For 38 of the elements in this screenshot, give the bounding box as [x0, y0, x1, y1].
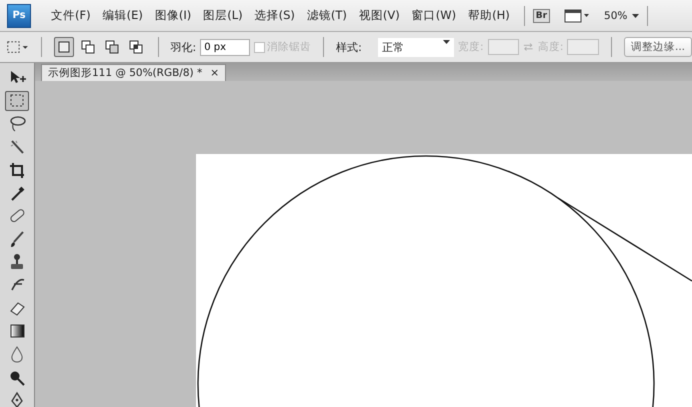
stamp-icon [8, 253, 26, 271]
style-dropdown[interactable]: 正常 [378, 38, 454, 56]
document-tab[interactable]: 示例图形111 @ 50%(RGB/8) * [48, 66, 202, 80]
menu-item[interactable]: 图像(I) [148, 8, 198, 23]
zoom-level[interactable]: 50% [604, 10, 628, 22]
menu-item[interactable]: 视图(V) [352, 8, 406, 23]
selection-mode-button[interactable] [54, 37, 74, 57]
gradient-icon [8, 322, 26, 340]
close-button[interactable]: × [210, 67, 220, 79]
brush-icon [8, 230, 26, 248]
feather-label: 羽化: [170, 40, 196, 54]
menu-item[interactable]: 选择(S) [248, 8, 301, 23]
width-field[interactable] [488, 39, 520, 55]
tool-button[interactable] [5, 91, 29, 111]
marquee-preset-icon [6, 39, 29, 55]
menu-item[interactable]: 文件(F) [45, 8, 97, 23]
screen-mode-icon[interactable] [564, 8, 590, 22]
menu-item[interactable]: 帮助(H) [462, 8, 516, 23]
height-field[interactable] [567, 39, 600, 55]
lasso-icon [8, 115, 26, 133]
app-logo: Ps [7, 4, 31, 28]
wand-icon [8, 138, 26, 156]
add-selection-icon [80, 39, 96, 55]
menu-item[interactable]: 图层(L) [197, 8, 249, 23]
caret-icon [443, 40, 450, 44]
menu-item[interactable]: 滤镜(T) [300, 8, 353, 23]
crop-icon [8, 161, 26, 179]
subtract-selection-icon [104, 39, 120, 55]
feather-input[interactable]: 0 px [200, 38, 250, 56]
refine-edge-button[interactable]: 调整边缘... [624, 37, 692, 57]
intersect-selection-icon [128, 39, 144, 55]
caret-icon [632, 14, 640, 18]
style-label: 样式: [336, 40, 362, 54]
bridge-button[interactable]: Br [532, 8, 550, 22]
new-selection-icon [56, 39, 72, 55]
menu-item[interactable]: 编辑(E) [96, 8, 149, 23]
menu-item[interactable]: 窗口(W) [406, 8, 462, 23]
swap-icon [523, 42, 534, 52]
